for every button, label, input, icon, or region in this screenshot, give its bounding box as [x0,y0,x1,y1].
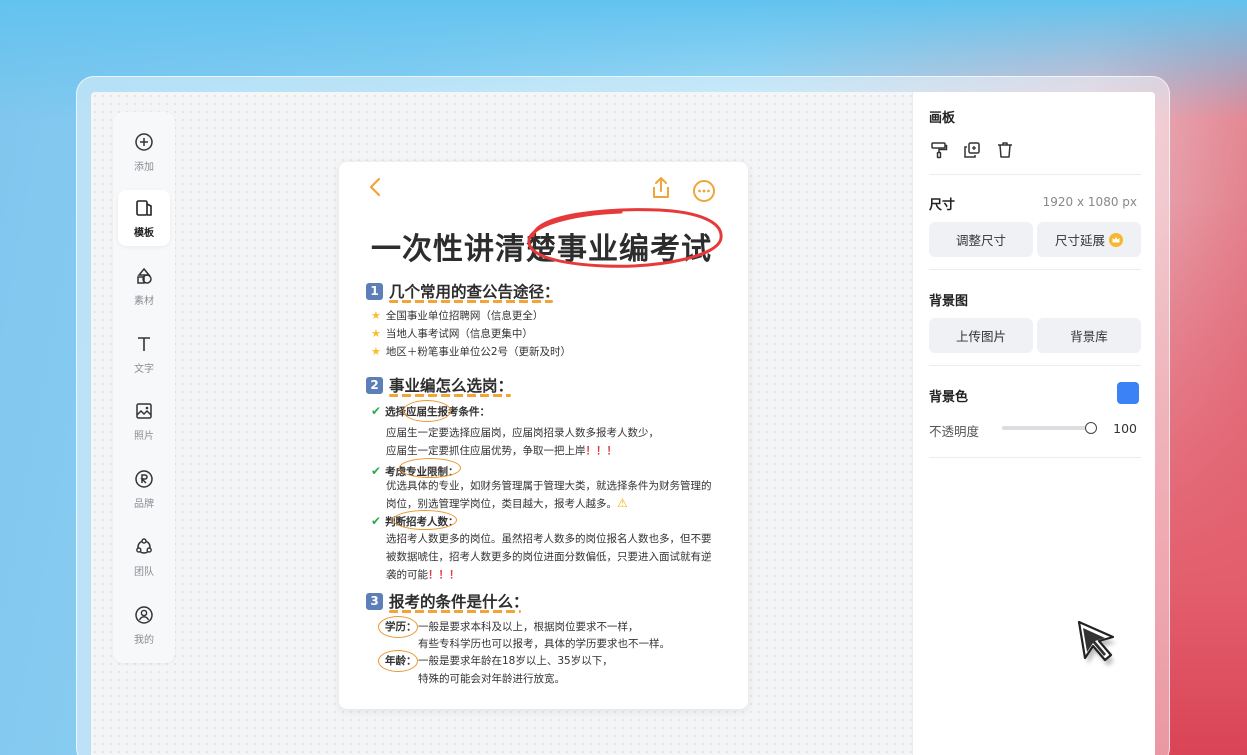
star-icon: ★ [371,327,381,340]
body-line: 一般是要求本科及以上，根据岗位要求不一样， [418,621,639,633]
tool-brand[interactable]: 品牌 [118,461,170,517]
body-line: 特殊的可能会对年龄进行放宽。 [418,673,565,685]
section-3-underline [389,610,521,613]
format-painter-icon[interactable] [929,140,949,160]
check-icon: ✔ [371,464,382,478]
tool-material[interactable]: 素材 [118,258,170,314]
properties-panel: 画板 尺寸 1920 x 1080 px 调整尺寸 尺寸延展 背景图 上传图片 … [912,92,1155,755]
bg-image-label: 背景图 [929,294,969,309]
warning-icon: ⚠ [617,496,628,510]
tool-team[interactable]: 团队 [118,529,170,585]
tool-label: 品牌 [134,498,154,510]
body-line: 一般是要求年龄在18岁以上、35岁以下， [418,655,613,667]
section-2-underline [389,394,511,397]
tool-label: 我的 [134,634,154,646]
team-icon [136,537,152,554]
section-2-heading: 2 事业编怎么选岗： [366,374,513,396]
opacity-value: 100 [1113,421,1137,436]
divider [929,365,1141,366]
section-1-underline [389,300,553,303]
orange-circle-annotation [393,510,457,530]
body-line: 被数据唬住，招考人数更多的岗位进面分数偏低，只要进入面试就有逆 [386,551,712,563]
back-chevron-icon[interactable] [367,176,383,198]
list-item: ★ 全国事业单位招聘网（信息更全） [371,309,544,322]
list-item: ★ 当地人事考试网（信息更集中） [371,327,533,340]
orange-circle-annotation [378,650,418,672]
section-title: 报考的条件是什么： [389,593,529,611]
divider [929,457,1141,458]
body-line: 应届生一定要抓住应届优势，争取一把上岸！！！ [386,445,617,457]
crown-icon [1109,232,1123,247]
section-number: 3 [366,592,383,610]
orange-circle-annotation [378,616,418,638]
body-line: 有些专科学历也可以报考，具体的学历要求也不一样。 [418,638,670,650]
red-circle-annotation [527,208,723,268]
extend-size-label: 尺寸延展 [1054,233,1105,248]
opacity-slider-handle[interactable] [1085,422,1097,434]
section-title: 事业编怎么选岗： [389,377,514,395]
background-library-button[interactable]: 背景库 [1037,318,1141,353]
divider [929,269,1141,270]
section-3-heading: 3 报考的条件是什么： [366,590,529,612]
editor-app: 添加 模板 素材 文字 照片 品牌 团队 我的 一次性讲清楚事业编考试 1 几个… [91,92,1155,755]
star-icon: ★ [371,309,381,322]
tool-label: 素材 [134,295,154,307]
body-line: 应届生一定要选择应届岗，应届岗招录人数多报考人数少， [386,427,659,439]
section-number: 2 [366,376,383,394]
resize-button[interactable]: 调整尺寸 [929,222,1033,257]
body-line: 选招考人数更多的岗位。虽然招考人数多的岗位报名人数也多，但不要 [386,533,712,545]
extend-size-button[interactable]: 尺寸延展 [1037,222,1141,257]
tool-template[interactable]: 模板 [118,190,170,246]
body-line: 优选具体的专业，如财务管理属于管理大类，就选择条件为财务管理的 [386,480,712,492]
tool-label: 文字 [134,363,154,375]
section-number: 1 [366,282,383,300]
mouse-cursor-icon [1077,620,1116,666]
tool-label: 模板 [134,227,154,239]
left-toolbar: 添加 模板 素材 文字 照片 品牌 团队 我的 [113,112,175,663]
section-1-heading: 1 几个常用的查公告途径： [366,280,560,302]
bg-color-label: 背景色 [929,390,969,405]
tool-label: 团队 [134,566,154,578]
star-icon: ★ [371,345,381,358]
panel-section-title: 画板 [929,111,956,126]
size-value: 1920 x 1080 px [1042,195,1137,209]
opacity-slider[interactable] [1002,422,1097,434]
body-line: 岗位，别选管理学岗位，类目越大，报考人越多。⚠ [386,496,628,510]
delete-icon[interactable] [995,140,1015,160]
image-icon [136,402,152,419]
tool-text[interactable]: 文字 [118,326,170,382]
size-label: 尺寸 [929,198,956,213]
template-canvas-card[interactable]: 一次性讲清楚事业编考试 1 几个常用的查公告途径： ★ 全国事业单位招聘网（信息更… [339,162,748,709]
check-icon: ✔ [371,404,382,418]
shapes-icon [137,267,152,284]
divider [929,174,1141,175]
list-item: ★ 地区＋粉笔事业单位公2号（更新及时） [371,345,572,358]
tool-add[interactable]: 添加 [118,124,170,180]
orange-circle-annotation [403,400,451,422]
orange-circle-annotation [399,458,461,478]
tool-photo[interactable]: 照片 [118,393,170,449]
tool-label: 照片 [134,430,154,442]
section-title: 几个常用的查公告途径： [389,283,560,301]
user-icon [135,605,153,624]
template-icon [136,199,152,216]
share-icon[interactable] [650,176,672,200]
tool-label: 添加 [134,161,154,173]
tool-mine[interactable]: 我的 [118,597,170,653]
check-icon: ✔ [371,514,382,528]
bg-color-swatch[interactable] [1117,382,1139,404]
registered-icon [135,469,153,488]
duplicate-icon[interactable] [962,140,982,160]
plus-circle-icon [135,132,153,151]
upload-image-button[interactable]: 上传图片 [929,318,1033,353]
body-line: 袭的可能！！！ [386,569,460,581]
opacity-label: 不透明度 [929,424,980,439]
text-icon [138,336,150,351]
